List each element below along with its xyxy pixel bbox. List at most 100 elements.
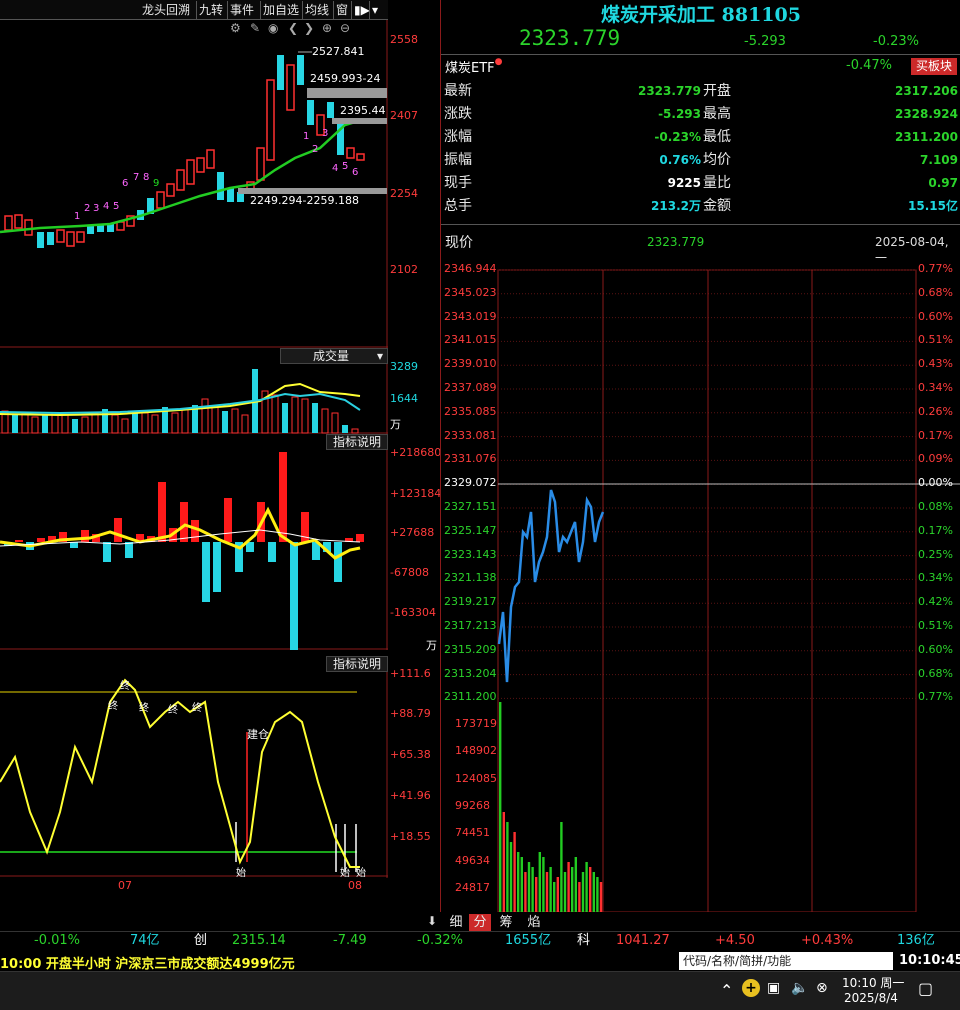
taskbar-date[interactable]: 2025/8/4 <box>844 991 898 1005</box>
quote-label: 总手 <box>444 198 472 214</box>
volume-bar <box>91 412 99 434</box>
indicator-bar <box>114 518 122 542</box>
intraday-vol-tick: 74451 <box>455 826 490 840</box>
add-watchlist-button[interactable]: 加自选 <box>261 1 303 19</box>
candle <box>66 231 75 247</box>
nine-turn-label: 5 <box>113 201 120 212</box>
intraday-volume-bar <box>592 872 595 912</box>
intraday-volume-bar <box>520 857 523 912</box>
volume-selector[interactable]: 成交量 ▾ <box>280 348 388 364</box>
intraday-pct-tick: 0.08% <box>918 500 953 513</box>
ind1-unit: 万 <box>426 639 437 652</box>
quote-panel: 煤炭开采加工 881105 2323.779 -5.293 -0.23% 煤炭E… <box>427 0 960 932</box>
volume-bar <box>222 411 228 433</box>
indicator1-help-button[interactable]: 指标说明 <box>326 434 388 450</box>
expand-icon[interactable]: ▮▶ <box>352 1 370 19</box>
volume-chart <box>0 364 388 434</box>
chevron-down-icon[interactable]: ▾ <box>370 1 388 19</box>
tab-detail[interactable]: 细 <box>443 914 469 932</box>
volume-icon[interactable]: 🔈 <box>791 980 808 996</box>
quote-label: 现手 <box>444 175 472 191</box>
intraday-volume-bar <box>599 882 603 912</box>
quote-value: 2317.206 <box>894 84 958 98</box>
candle <box>166 183 175 197</box>
search-input[interactable]: 代码/名称/简拼/功能 <box>679 952 893 970</box>
candle <box>307 100 314 125</box>
quote-value: -0.23% <box>654 130 701 144</box>
tab-flame[interactable]: 焰 <box>521 914 547 932</box>
network-icon[interactable]: ▣ <box>767 980 780 996</box>
notification-icon[interactable]: ▢ <box>918 979 933 998</box>
indicator-bar <box>268 542 276 562</box>
intraday-volume-bar <box>531 867 534 912</box>
intraday-volume-bar <box>553 882 556 912</box>
volume-bar <box>72 419 78 433</box>
indicator-bar <box>125 542 133 558</box>
status-item[interactable]: 科 <box>577 932 590 950</box>
dragon-head-button[interactable]: 龙头回溯 <box>140 1 197 19</box>
signal-mark: 终 <box>108 701 118 712</box>
plus-icon[interactable]: + <box>742 979 760 997</box>
volume-bar <box>321 408 329 434</box>
intraday-volume-bar <box>571 867 574 912</box>
candle <box>217 172 224 200</box>
volume-bar <box>51 412 59 434</box>
intraday-price-tick: 2346.944 <box>444 262 497 275</box>
nine-turn-label: 6 <box>352 167 359 178</box>
current-price: 2323.779 <box>519 26 621 50</box>
indicator-bar <box>180 502 188 542</box>
volume-bar <box>342 425 348 433</box>
intraday-volume-bar <box>527 862 531 912</box>
buy-block-button[interactable]: 买板块 <box>911 58 957 75</box>
volume-bar <box>231 408 239 434</box>
quote-label: 最低 <box>703 129 731 145</box>
intraday-volume-bar <box>589 867 592 912</box>
indicator-bar <box>158 482 166 542</box>
nine-turn-button[interactable]: 九转 <box>197 1 228 19</box>
chevron-up-icon[interactable]: ⌃ <box>720 981 733 1000</box>
status-item: -7.49 <box>333 933 367 948</box>
kline-chart <box>0 20 388 348</box>
intraday-price-tick: 2329.072 <box>444 476 497 490</box>
intraday-price-tick: 2331.076 <box>444 452 497 466</box>
volume-bar <box>291 396 299 434</box>
candle <box>176 169 185 191</box>
intraday-pct-tick: 0.26% <box>918 404 953 418</box>
intraday-volume-bar <box>502 812 505 912</box>
etf-link[interactable]: 煤炭ETF● <box>445 57 503 76</box>
event-button[interactable]: 事件 <box>228 1 261 19</box>
indicator-bar <box>213 542 221 592</box>
signal-start: 始 <box>340 868 350 879</box>
intraday-price-tick: 2345.023 <box>444 285 497 299</box>
status-item: -0.32% <box>417 933 463 948</box>
window-button[interactable]: 窗 <box>334 1 352 19</box>
candle <box>206 149 215 169</box>
candle <box>156 191 165 209</box>
intraday-pct-tick: 0.77% <box>918 262 953 275</box>
tab-chip[interactable]: 筹 <box>493 914 519 932</box>
volume-bar <box>201 398 209 434</box>
indicator-bar <box>334 542 342 582</box>
nine-turn-label: 4 <box>103 201 110 212</box>
news-headline[interactable]: 10:00 开盘半小时 沪深京三市成交额达4999亿元 <box>0 953 295 972</box>
kline-pane[interactable]: 龙头回溯 九转 事件 加自选 均线 窗 ▮▶ ▾ ⚙ ✎ ◉ ❮ ❯ ⊕ ⊖ 2… <box>0 0 441 912</box>
nine-turn-label: 7 <box>133 172 140 183</box>
download-icon[interactable]: ⬇ <box>427 914 441 932</box>
ind1-tick: +123184 <box>390 487 442 500</box>
intraday-pct-tick: 0.34% <box>918 571 953 585</box>
intraday-price-tick: 2339.010 <box>444 357 497 371</box>
taskbar-time[interactable]: 10:10 周一 <box>842 974 904 991</box>
volume-bar <box>132 411 138 433</box>
high-annotation: 2527.841 <box>312 45 365 58</box>
tab-minute[interactable]: 分 <box>469 914 491 932</box>
vol-unit: 万 <box>390 418 401 431</box>
status-item: 1655亿 <box>505 933 552 948</box>
close-circle-icon[interactable]: ⊗ <box>816 980 828 996</box>
date-tick: 08 <box>348 879 362 892</box>
quote-label: 最高 <box>703 106 731 122</box>
ma-button[interactable]: 均线 <box>303 1 334 19</box>
status-item[interactable]: 创 <box>194 932 207 950</box>
volume-bar <box>241 414 249 434</box>
indicator2-help-button[interactable]: 指标说明 <box>326 656 388 672</box>
news-bar: 10:00 开盘半小时 沪深京三市成交额达4999亿元 代码/名称/简拼/功能 … <box>0 951 960 972</box>
